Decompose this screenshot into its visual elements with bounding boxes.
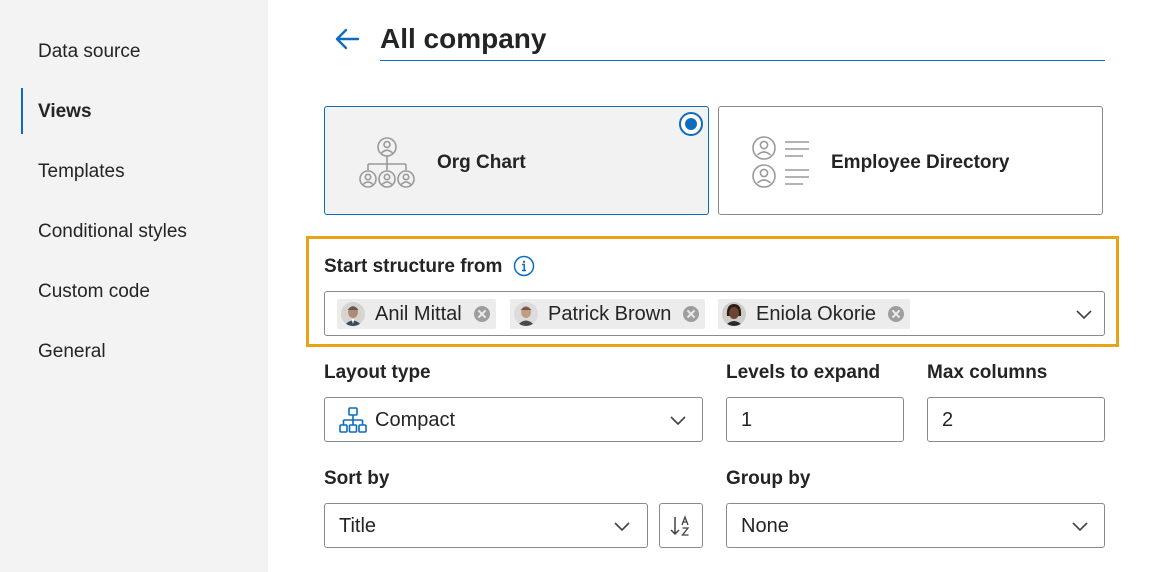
remove-person-icon[interactable] [473, 306, 490, 322]
directory-icon [752, 136, 809, 188]
employee-directory-card[interactable]: Employee Directory [718, 106, 1103, 215]
avatar [341, 302, 365, 326]
hierarchy-icon [339, 407, 367, 433]
view-title-input[interactable]: All company [380, 20, 1105, 61]
max-columns-value: 2 [942, 409, 954, 431]
arrow-left-icon [335, 28, 360, 50]
group-by-value: None [741, 515, 789, 537]
org-chart-icon [359, 137, 415, 188]
chevron-down-icon [1072, 522, 1088, 532]
remove-person-icon[interactable] [683, 306, 700, 322]
chevron-down-icon [614, 522, 630, 532]
avatar [722, 302, 746, 326]
info-icon[interactable] [513, 255, 535, 277]
levels-to-expand-label: Levels to expand [726, 362, 881, 383]
group-by-dropdown[interactable]: None [726, 503, 1105, 548]
sidebar: Data source Views Templates Conditional … [0, 0, 268, 572]
layout-type-value: Compact [375, 409, 456, 431]
org-chart-radio[interactable] [679, 112, 703, 136]
sort-ascending-icon [670, 515, 690, 536]
levels-to-expand-value: 1 [741, 409, 753, 431]
layout-type-dropdown[interactable]: Compact [324, 397, 703, 442]
sidebar-item-data-source[interactable]: Data source [38, 41, 140, 63]
remove-person-icon[interactable] [888, 306, 905, 322]
person-chip: Eniola Okorie [718, 299, 911, 329]
sidebar-item-templates[interactable]: Templates [38, 161, 125, 183]
chevron-down-icon [670, 416, 686, 426]
person-name: Anil Mittal [375, 302, 462, 325]
sort-by-label: Sort by [324, 468, 390, 489]
employee-directory-label: Employee Directory [831, 152, 1010, 173]
person-chip: Anil Mittal [337, 299, 496, 329]
people-picker[interactable]: Anil Mittal Patrick Brown Eniola Okorie [324, 291, 1105, 336]
org-chart-label: Org Chart [437, 152, 526, 173]
avatar [514, 302, 538, 326]
sidebar-item-views[interactable]: Views [38, 101, 92, 123]
group-by-label: Group by [726, 468, 811, 489]
sort-by-value: Title [339, 515, 377, 537]
chevron-down-icon [1076, 310, 1092, 320]
org-chart-card[interactable]: Org Chart [324, 106, 709, 215]
back-button[interactable] [332, 24, 362, 54]
person-name: Eniola Okorie [756, 302, 877, 325]
sidebar-item-custom-code[interactable]: Custom code [38, 281, 150, 303]
start-structure-label: Start structure from [324, 256, 503, 277]
person-chip: Patrick Brown [510, 299, 706, 329]
sidebar-item-general[interactable]: General [38, 341, 106, 363]
active-nav-indicator [21, 88, 23, 134]
person-name: Patrick Brown [548, 302, 672, 325]
sort-by-dropdown[interactable]: Title [324, 503, 648, 548]
levels-to-expand-input[interactable]: 1 [726, 397, 904, 442]
layout-type-label: Layout type [324, 362, 431, 383]
max-columns-input[interactable]: 2 [927, 397, 1105, 442]
sidebar-item-conditional-styles[interactable]: Conditional styles [38, 221, 187, 243]
sort-direction-button[interactable] [659, 503, 703, 548]
max-columns-label: Max columns [927, 362, 1048, 383]
